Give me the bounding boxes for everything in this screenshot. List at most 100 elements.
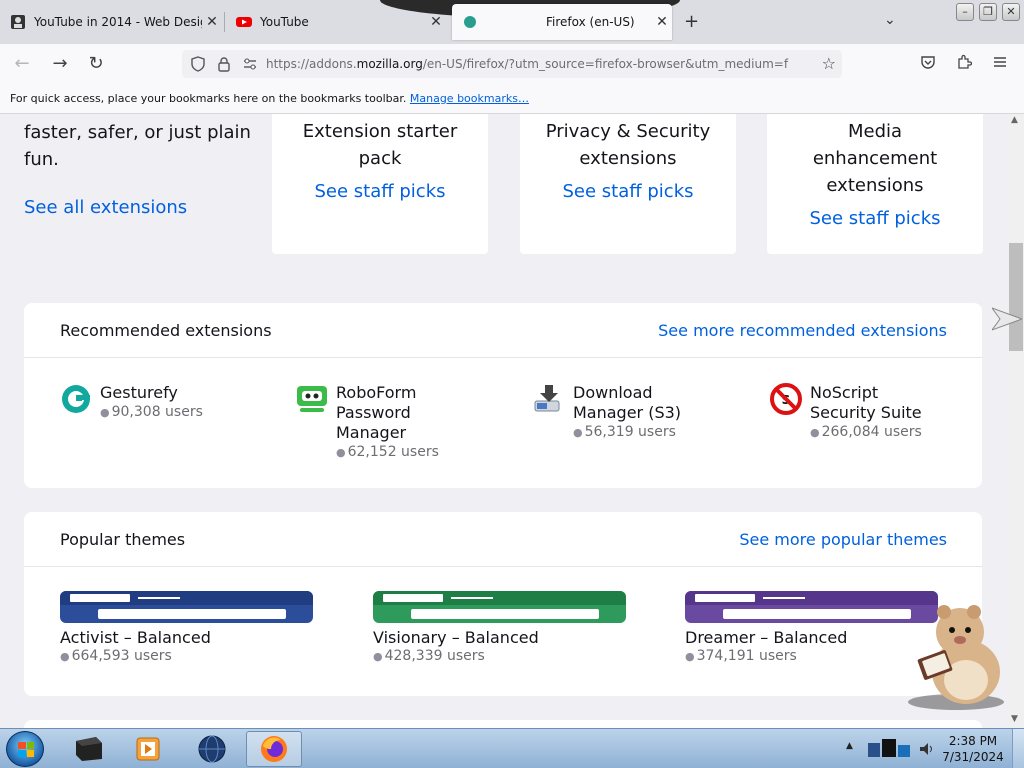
show-hidden-icons-icon[interactable]: ▲ bbox=[846, 741, 853, 751]
theme-preview bbox=[60, 591, 313, 623]
cursor-arrow-icon bbox=[992, 307, 1022, 331]
user-icon: ● bbox=[373, 650, 383, 663]
scrollbar-thumb[interactable] bbox=[1009, 243, 1023, 351]
bookmark-star-icon[interactable]: ☆ bbox=[822, 54, 836, 73]
tab-separator bbox=[224, 12, 225, 32]
see-staff-picks-link[interactable]: See staff picks bbox=[767, 205, 983, 232]
download-manager-logo-icon bbox=[534, 385, 560, 412]
theme-item-dreamer[interactable]: Dreamer – Balanced ● 374,191 users bbox=[685, 591, 938, 666]
see-more-recommended-link[interactable]: See more recommended extensions bbox=[658, 321, 947, 340]
windows-taskbar: ▲ 2:38 PM 7/31/2024 bbox=[0, 728, 1024, 768]
theme-item-visionary[interactable]: Visionary – Balanced ● 428,339 users bbox=[373, 591, 626, 666]
tab-close-icon[interactable]: ✕ bbox=[202, 14, 222, 30]
see-all-extensions-link[interactable]: See all extensions bbox=[24, 197, 187, 218]
pocket-icon[interactable] bbox=[920, 54, 936, 70]
addons-favicon-icon bbox=[464, 16, 476, 28]
vertical-scrollbar[interactable]: ▲ ▼ bbox=[1008, 114, 1024, 728]
theme-name: Visionary – Balanced bbox=[373, 628, 539, 647]
extension-name: Download Manager (S3) bbox=[573, 383, 682, 422]
bookmarks-hint-text: For quick access, place your bookmarks h… bbox=[10, 92, 407, 105]
user-count-text: 428,339 users bbox=[384, 648, 485, 664]
hamster-mascot-icon bbox=[908, 605, 1004, 710]
extension-item-noscript[interactable]: S NoScript Security Suite ●266,084 users bbox=[770, 383, 940, 442]
user-count: ● 62,152 users bbox=[336, 443, 446, 462]
lock-icon[interactable] bbox=[216, 56, 232, 72]
user-icon: ● bbox=[573, 426, 583, 439]
url-prefix: https://addons. bbox=[266, 57, 357, 71]
app-box-icon bbox=[76, 737, 102, 761]
user-count: ● 90,308 users bbox=[100, 403, 203, 422]
tab-close-icon[interactable]: ✕ bbox=[426, 14, 446, 30]
taskbar-clock[interactable]: 2:38 PM 7/31/2024 bbox=[938, 733, 1008, 765]
tab-youtube-2014[interactable]: YouTube in 2014 - Web Design ✕ bbox=[0, 4, 222, 40]
url-text[interactable]: https://addons.mozilla.org/en-US/firefox… bbox=[266, 57, 806, 71]
youtube-icon bbox=[236, 17, 252, 27]
close-window-button[interactable]: ✕ bbox=[1002, 3, 1020, 21]
extension-item-download-manager[interactable]: Download Manager (S3) ● 56,319 users bbox=[533, 383, 703, 442]
user-icon: ● bbox=[100, 406, 110, 419]
list-all-tabs-button[interactable]: ⌄ bbox=[884, 12, 896, 28]
user-count-text: 664,593 users bbox=[71, 648, 172, 664]
noscript-logo-icon: S bbox=[770, 383, 802, 415]
popular-themes-card: Popular themes See more popular themes A… bbox=[24, 512, 982, 696]
taskbar-app-media-player[interactable] bbox=[120, 731, 176, 767]
back-button[interactable]: ← bbox=[10, 52, 34, 76]
section-heading: Recommended extensions bbox=[60, 321, 272, 340]
theme-name: Dreamer – Balanced bbox=[685, 628, 848, 647]
user-icon: ● bbox=[810, 426, 820, 439]
minimize-button[interactable]: – bbox=[956, 3, 974, 21]
promo-card-privacy-security: Privacy & Security extensions See staff … bbox=[520, 114, 736, 254]
taskbar-app-terminal[interactable] bbox=[60, 731, 116, 767]
theme-name: Activist – Balanced bbox=[60, 628, 211, 647]
volume-icon[interactable] bbox=[918, 741, 934, 757]
tab-youtube[interactable]: YouTube ✕ bbox=[226, 4, 446, 40]
address-bar[interactable]: https://addons.mozilla.org/en-US/firefox… bbox=[182, 50, 842, 78]
tab-close-icon[interactable]: ✕ bbox=[652, 14, 672, 30]
clock-time: 2:38 PM bbox=[948, 734, 998, 748]
restore-button[interactable]: ❐ bbox=[979, 3, 997, 21]
menu-hamburger-icon[interactable] bbox=[992, 54, 1008, 70]
url-path: /en-US/firefox/?utm_source=firefox-brows… bbox=[422, 57, 789, 71]
show-desktop-button[interactable] bbox=[1012, 729, 1024, 768]
permissions-icon[interactable] bbox=[242, 56, 258, 72]
hero-description: faster, safer, or just plain fun. bbox=[24, 122, 251, 170]
tab-title: YouTube bbox=[260, 15, 309, 29]
see-more-popular-themes-link[interactable]: See more popular themes bbox=[739, 530, 947, 549]
network-devices-icon[interactable] bbox=[866, 737, 914, 761]
manage-bookmarks-link[interactable]: Manage bookmarks… bbox=[410, 92, 529, 105]
forward-button[interactable]: → bbox=[48, 52, 72, 76]
theme-item-activist[interactable]: Activist – Balanced ● 664,593 users bbox=[60, 591, 313, 666]
media-player-icon bbox=[136, 737, 160, 761]
user-count: ● 374,191 users bbox=[685, 647, 938, 666]
extension-item-gesturefy[interactable]: Gesturefy ● 90,308 users bbox=[60, 383, 203, 422]
recommended-extensions-card: Recommended extensions See more recommen… bbox=[24, 303, 982, 488]
extension-name: NoScript Security Suite bbox=[810, 383, 922, 422]
scroll-up-arrow-icon[interactable]: ▲ bbox=[1011, 115, 1018, 125]
user-count: ● 428,339 users bbox=[373, 647, 626, 666]
user-count-text: 56,319 users bbox=[584, 424, 676, 440]
see-staff-picks-link[interactable]: See staff picks bbox=[272, 178, 488, 205]
promo-title: Media enhancement extensions bbox=[812, 121, 938, 196]
taskbar-app-browser-globe[interactable] bbox=[184, 731, 240, 767]
promo-card-media-enhancement: Media enhancement extensions See staff p… bbox=[767, 114, 983, 254]
user-icon: ● bbox=[685, 650, 695, 663]
promo-title: Extension starter pack bbox=[302, 121, 458, 169]
section-heading: Popular themes bbox=[60, 530, 186, 549]
extension-item-roboform[interactable]: RoboForm Password Manager ● 62,152 users bbox=[296, 383, 446, 462]
scroll-down-arrow-icon[interactable]: ▼ bbox=[1011, 714, 1018, 724]
user-count-text: 374,191 users bbox=[696, 648, 797, 664]
new-tab-button[interactable]: + bbox=[684, 11, 699, 32]
start-button[interactable] bbox=[6, 731, 44, 767]
promo-card-starter-pack: Extension starter pack See staff picks bbox=[272, 114, 488, 254]
extension-name: Gesturefy bbox=[100, 383, 178, 402]
extensions-puzzle-icon[interactable] bbox=[956, 54, 972, 70]
clock-date: 7/31/2024 bbox=[942, 750, 1004, 764]
see-staff-picks-link[interactable]: See staff picks bbox=[520, 178, 736, 205]
reload-button[interactable]: ↻ bbox=[84, 52, 108, 76]
card-header: Recommended extensions See more recommen… bbox=[24, 303, 982, 358]
firefox-icon bbox=[261, 736, 287, 762]
extension-name: RoboForm Password Manager bbox=[336, 383, 417, 442]
tracking-protection-shield-icon[interactable] bbox=[190, 56, 206, 72]
tab-firefox-addons-active[interactable]: Firefox (en-US) ✕ bbox=[452, 4, 672, 40]
taskbar-app-firefox[interactable] bbox=[246, 731, 302, 767]
